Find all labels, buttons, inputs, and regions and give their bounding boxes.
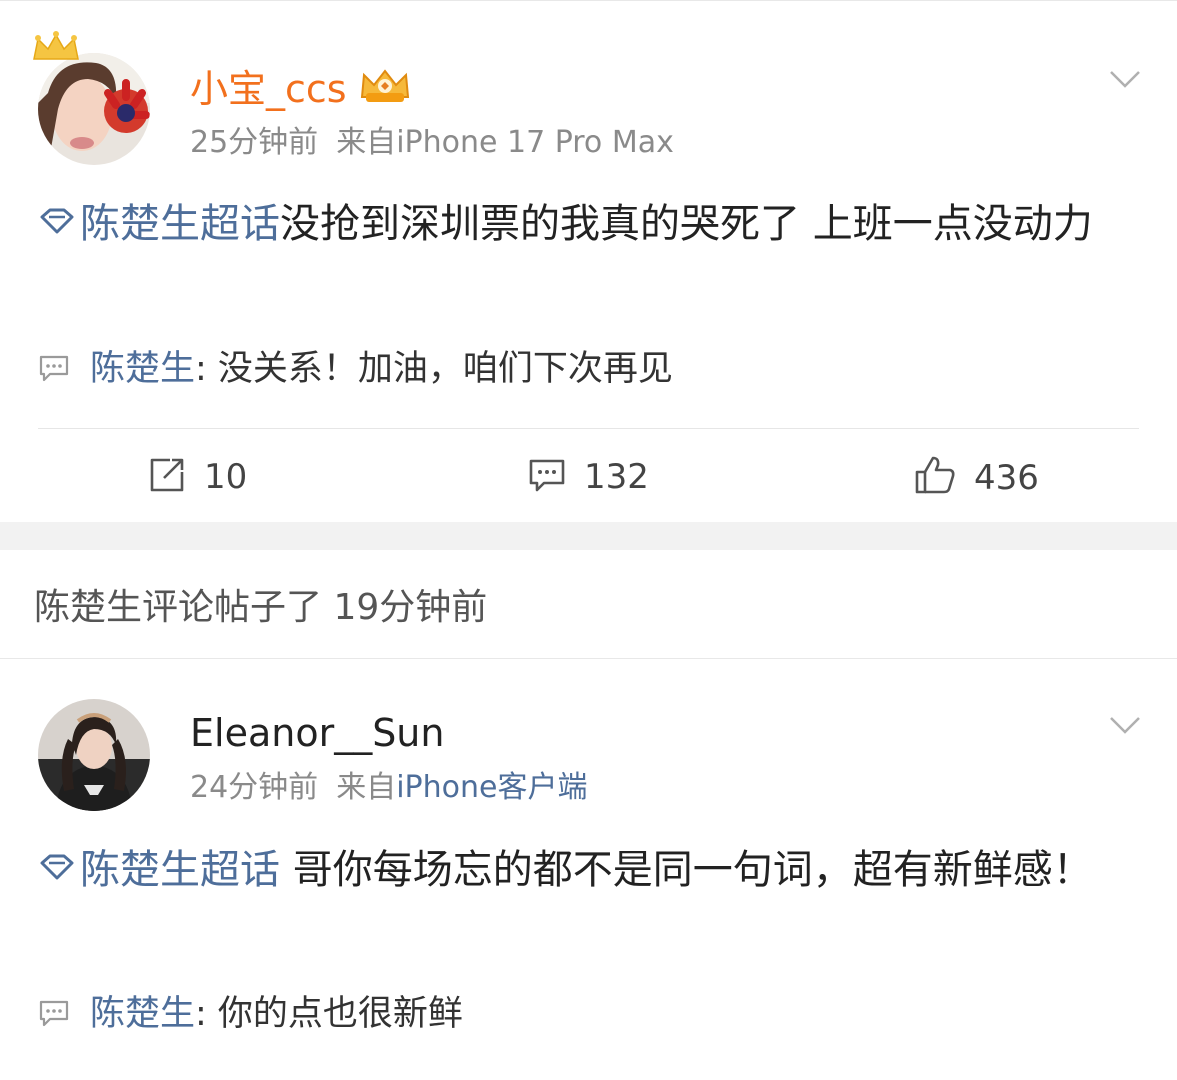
reply-author[interactable]: 陈楚生 <box>90 349 195 389</box>
super-topic-diamond-icon <box>40 208 74 234</box>
avatar[interactable] <box>38 699 150 811</box>
comment-bubble-icon <box>39 355 69 382</box>
comment-button[interactable]: 132 <box>528 455 649 499</box>
like-button[interactable]: 436 <box>914 455 1039 499</box>
post-source[interactable]: iPhone客户端 <box>396 770 587 805</box>
username[interactable]: Eleanor__Sun <box>190 711 444 755</box>
comment-icon <box>529 459 565 492</box>
source-prefix: 来自 <box>336 770 397 805</box>
crown-vip-icon[interactable] <box>358 67 412 107</box>
post-card-2: Eleanor__Sun 24分钟前 来自iPhone客户端 陈楚生超话 哥你每场… <box>0 659 1177 1080</box>
repost-count: 10 <box>204 457 248 497</box>
post-meta: 24分钟前 来自iPhone客户端 <box>190 770 587 806</box>
super-topic-link[interactable]: 陈楚生超话 <box>38 847 280 893</box>
topic-label: 陈楚生超话 <box>80 201 280 247</box>
avatar[interactable] <box>38 53 150 165</box>
section-separator <box>0 522 1177 550</box>
reply-text: : 你的点也很新鲜 <box>195 994 463 1034</box>
comment-bubble-icon <box>39 1000 69 1027</box>
comment-count: 132 <box>584 457 649 497</box>
author-reply[interactable]: 陈楚生: 你的点也很新鲜 <box>38 992 463 1036</box>
chevron-down-icon[interactable] <box>1109 69 1141 89</box>
like-count: 436 <box>974 458 1039 498</box>
post-text: 陈楚生超话 哥你每场忘的都不是同一句词，超有新鲜感！ <box>38 839 1137 901</box>
reply-text: : 没关系！加油，咱们下次再见 <box>195 349 673 389</box>
post-body: 哥你每场忘的都不是同一句词，超有新鲜感！ <box>280 847 1093 893</box>
author-reply[interactable]: 陈楚生: 没关系！加油，咱们下次再见 <box>38 347 673 391</box>
repost-button[interactable]: 10 <box>148 455 247 499</box>
username[interactable]: 小宝_ccs <box>190 67 347 111</box>
post-card-1: 小宝_ccs 25分钟前 来自iPhone 17 Pro Max 陈楚生超话没抢到… <box>0 0 1177 523</box>
post-time: 25分钟前 <box>190 125 319 160</box>
post-text: 陈楚生超话没抢到深圳票的我真的哭死了 上班一点没动力 <box>38 193 1137 255</box>
source-prefix: 来自 <box>336 125 397 160</box>
section-header-text: 陈楚生评论帖子了 19分钟前 <box>34 587 488 628</box>
post-source: iPhone 17 Pro Max <box>396 125 674 160</box>
section-header: 陈楚生评论帖子了 19分钟前 <box>0 550 1177 659</box>
action-bar: 10 132 436 <box>0 429 1177 523</box>
repost-icon <box>150 458 184 492</box>
crown-badge-icon <box>33 31 79 60</box>
post-time: 24分钟前 <box>190 770 319 805</box>
post-body: 没抢到深圳票的我真的哭死了 上班一点没动力 <box>280 201 1093 247</box>
super-topic-diamond-icon <box>40 854 74 880</box>
super-topic-link[interactable]: 陈楚生超话 <box>38 201 280 247</box>
thumbs-up-icon <box>915 456 955 494</box>
chevron-down-icon[interactable] <box>1109 715 1141 735</box>
reply-author[interactable]: 陈楚生 <box>90 994 195 1034</box>
topic-label: 陈楚生超话 <box>80 847 280 893</box>
post-meta: 25分钟前 来自iPhone 17 Pro Max <box>190 125 674 161</box>
